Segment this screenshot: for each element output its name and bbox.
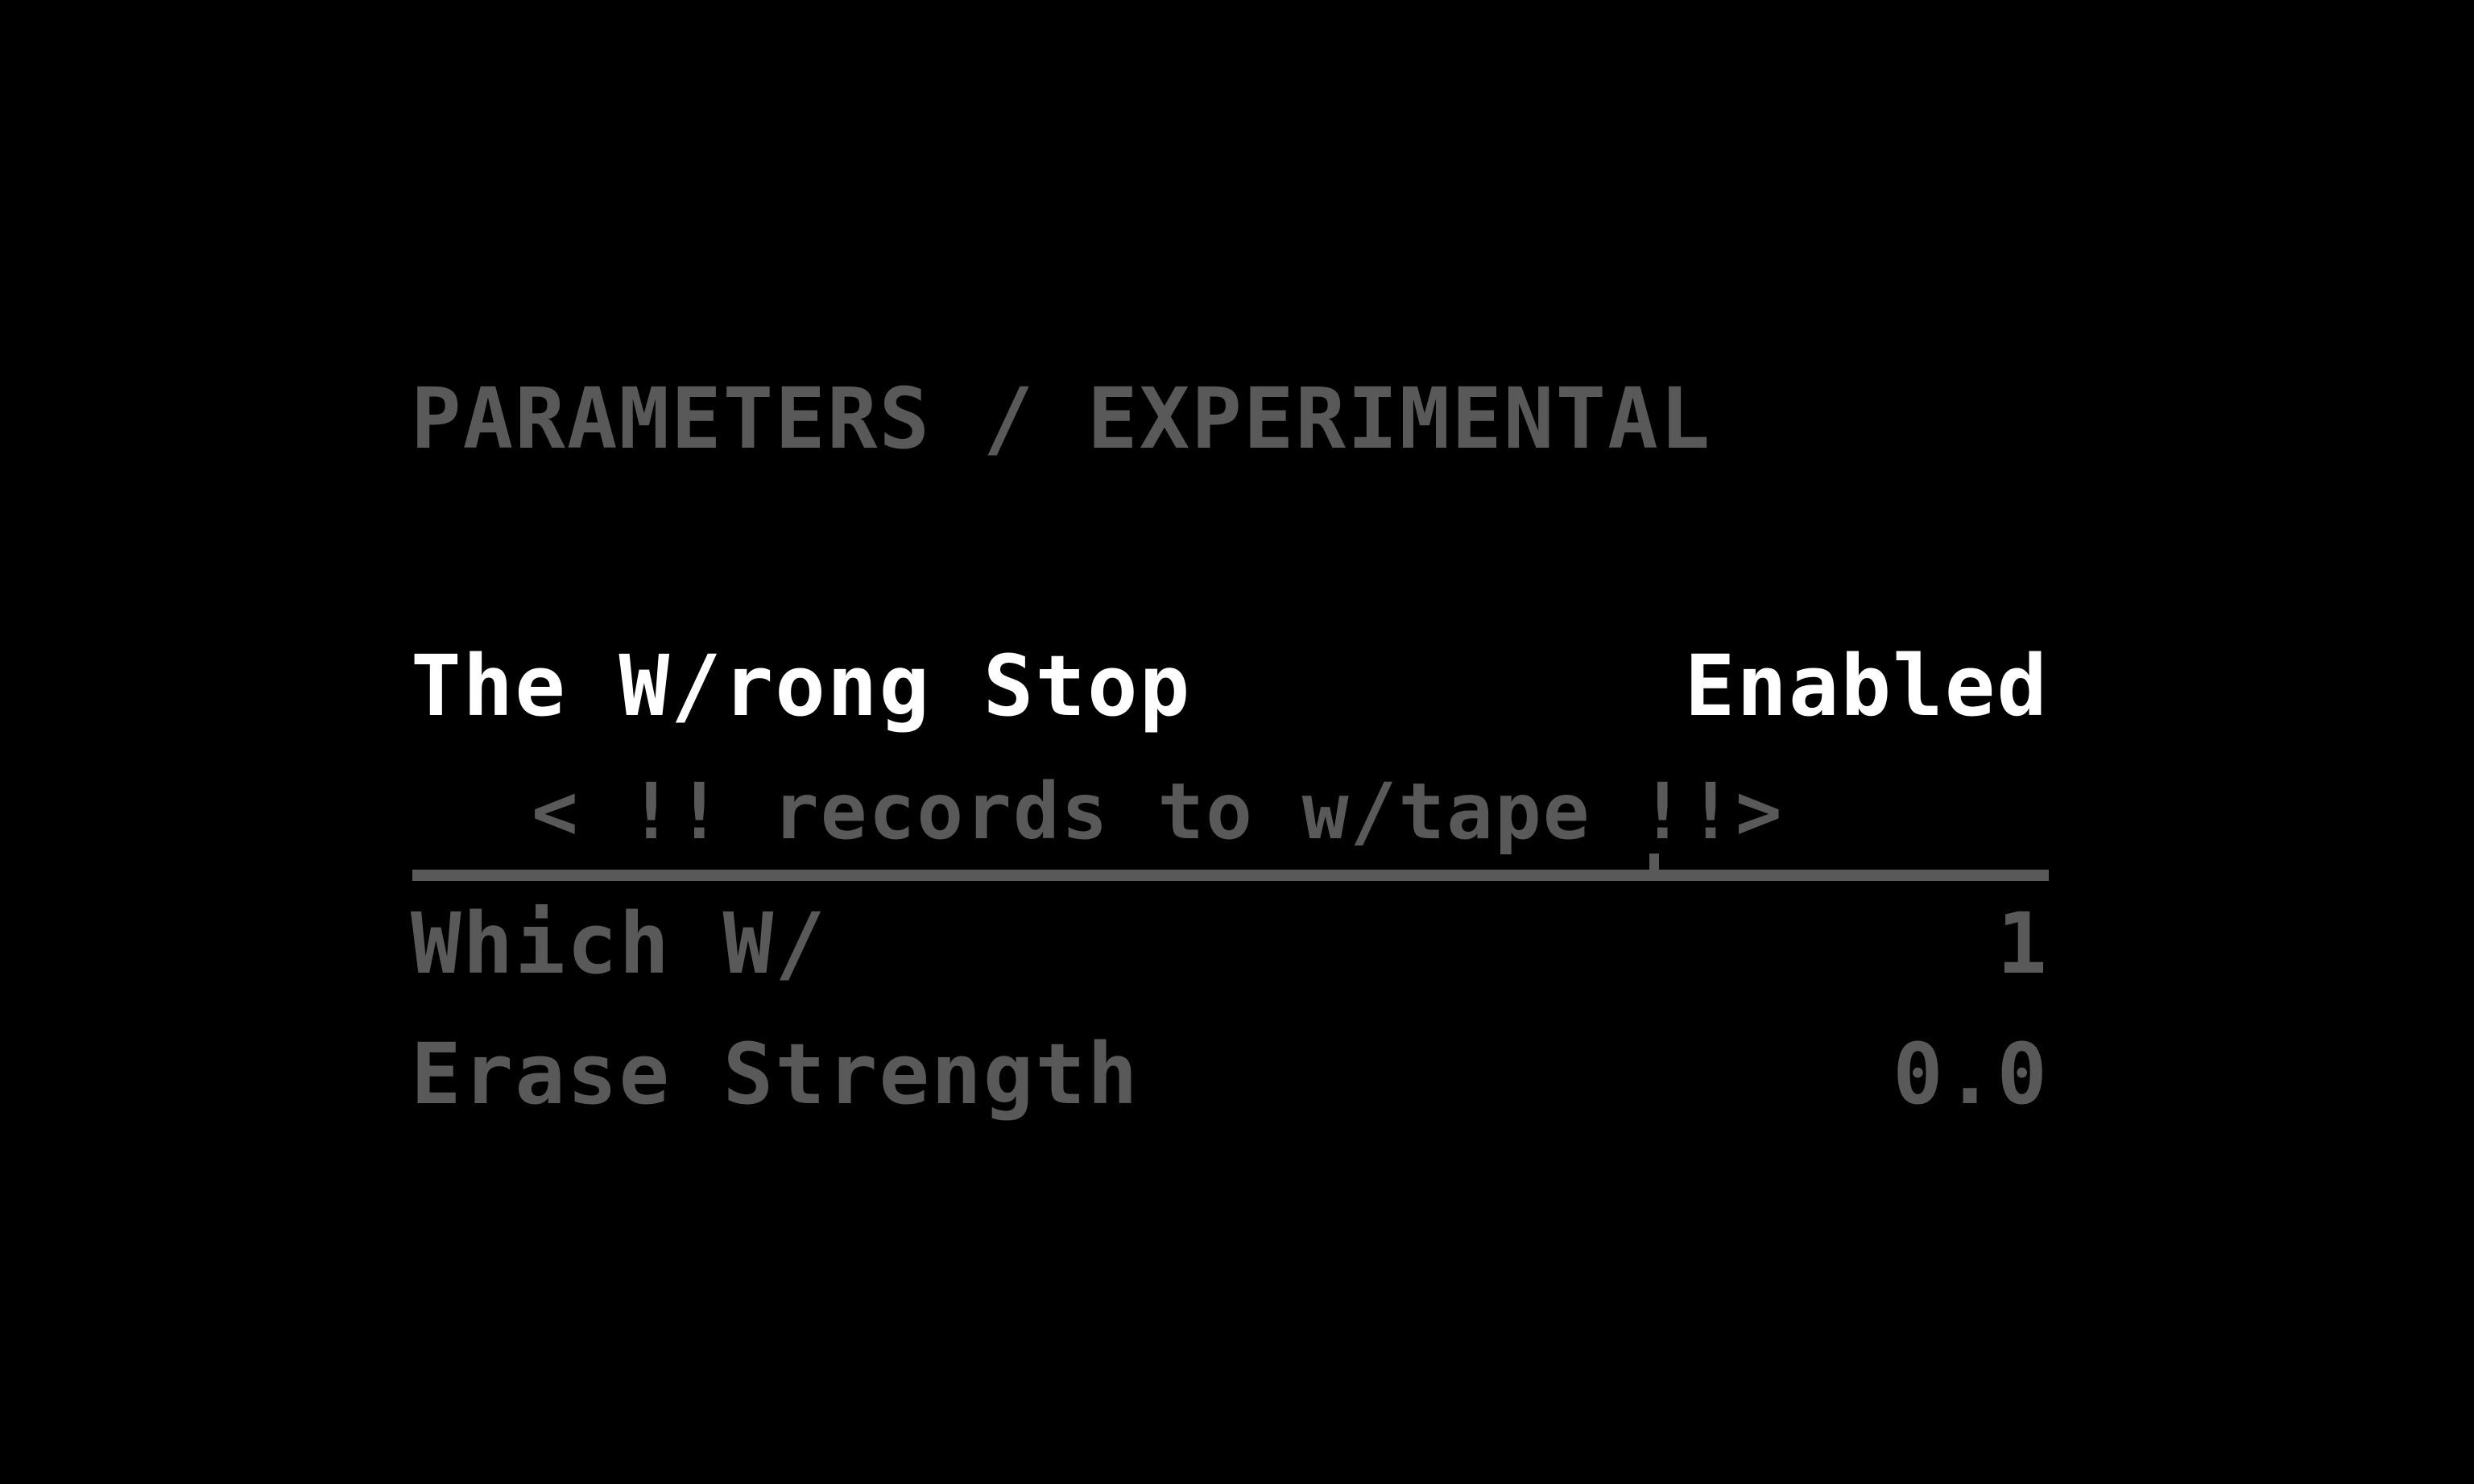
param-erase-strength-label[interactable]: Erase Strength <box>411 1032 1140 1116</box>
param-wrong-stop-value[interactable]: Enabled <box>1685 644 2049 728</box>
param-which-w-value[interactable]: 1 <box>1996 902 2049 986</box>
param-wrong-stop-label[interactable]: The W/rong Stop <box>411 644 1191 728</box>
divider <box>412 870 2049 881</box>
param-hint: < !! records to w/tape !!> <box>532 767 1784 857</box>
parameters-screen: PARAMETERS / EXPERIMENTAL The W/rong Sto… <box>0 0 2474 1484</box>
page-title: PARAMETERS / EXPERIMENTAL <box>411 370 1712 468</box>
param-erase-strength-value[interactable]: 0.0 <box>1893 1032 2049 1116</box>
param-which-w-label[interactable]: Which W/ <box>411 902 827 986</box>
divider-tick <box>1649 854 1659 874</box>
